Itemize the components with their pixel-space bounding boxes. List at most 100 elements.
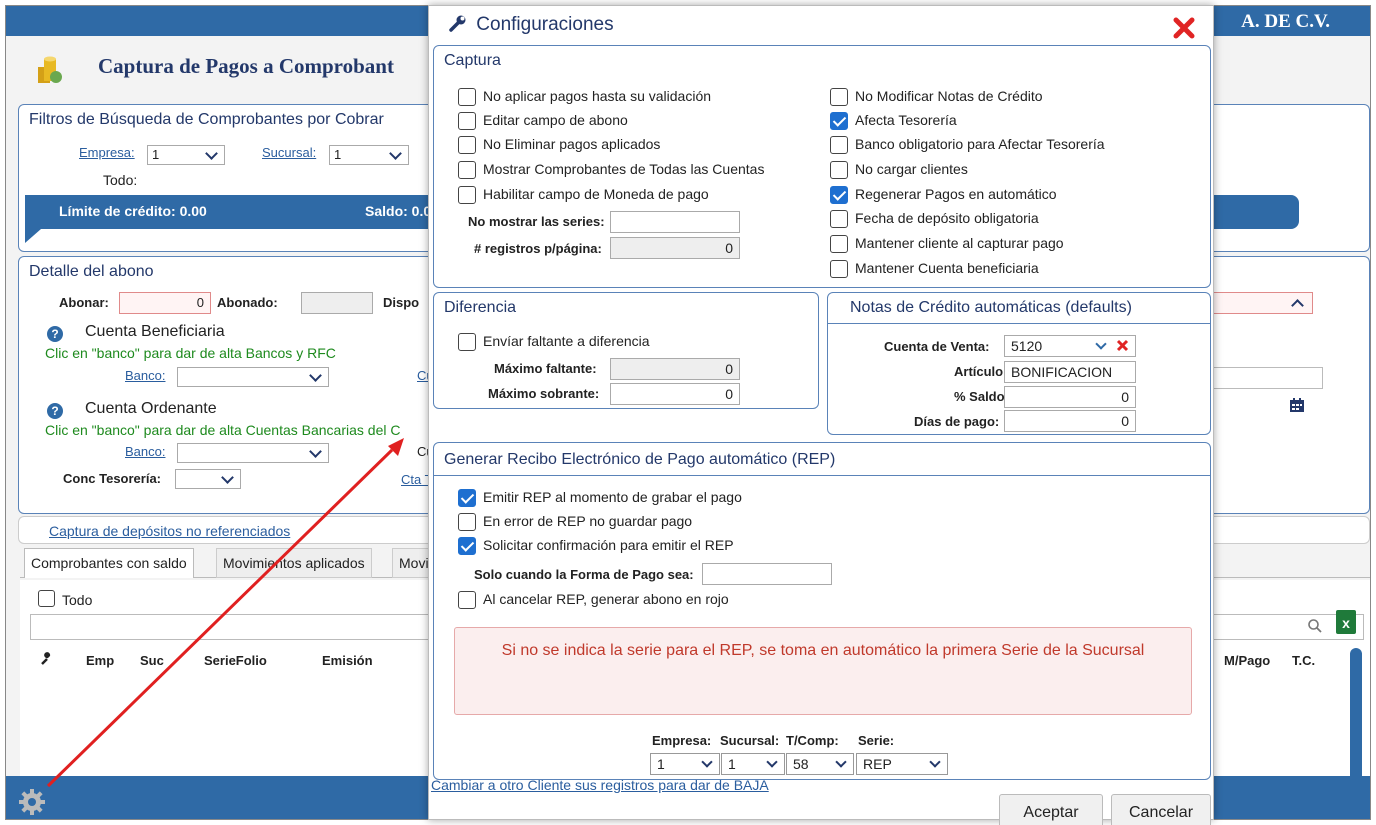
modal-title-row: Configuraciones: [449, 14, 614, 38]
checkbox[interactable]: [830, 210, 848, 229]
checkbox[interactable]: [458, 88, 476, 107]
tab-comprobantes[interactable]: Comprobantes con saldo: [24, 548, 194, 578]
checkbox[interactable]: [458, 161, 476, 180]
col-seriefolio[interactable]: SerieFolio: [204, 653, 267, 668]
col-emision[interactable]: Emisión: [322, 653, 373, 668]
checkbox[interactable]: [830, 235, 848, 254]
captura-depositos-link[interactable]: Captura de depósitos no referenciados: [49, 523, 290, 539]
checkbox[interactable]: [458, 333, 476, 352]
dias-pago-input[interactable]: 0: [1004, 410, 1136, 432]
checkbox[interactable]: [830, 186, 848, 205]
empresa-select[interactable]: 1: [147, 145, 225, 165]
gear-icon[interactable]: [18, 788, 46, 819]
checkbox[interactable]: [458, 489, 476, 508]
chk-label: Solicitar confirmación para emitir el RE…: [483, 537, 734, 553]
sucursal-select[interactable]: 1: [329, 145, 409, 165]
col-tc[interactable]: T.C.: [1292, 653, 1315, 668]
aceptar-button[interactable]: Aceptar: [999, 794, 1103, 825]
banco-select[interactable]: [177, 367, 329, 387]
grid-scrollbar[interactable]: [1350, 648, 1362, 780]
saldo-input[interactable]: 0: [1004, 386, 1136, 408]
dispo-label: Dispo: [383, 295, 420, 310]
col-emp[interactable]: Emp: [86, 653, 114, 668]
baja-link[interactable]: Cambiar a otro Cliente sus registros par…: [431, 777, 769, 793]
limite-credito: Límite de crédito: 0.00: [59, 203, 207, 219]
checkbox[interactable]: [458, 513, 476, 532]
rep-sucursal-label: Sucursal:: [720, 733, 780, 748]
chk-no-cargar-clientes[interactable]: No cargar clientes: [830, 161, 968, 180]
chk-moneda-pago[interactable]: Habilitar campo de Moneda de pago: [458, 186, 709, 205]
registros-input[interactable]: 0: [610, 237, 740, 259]
checkbox[interactable]: [458, 186, 476, 205]
chk-enviar-faltante[interactable]: Envíar faltante a diferencia: [458, 333, 650, 352]
cancelar-button[interactable]: Cancelar: [1111, 794, 1211, 825]
chk-mantener-cliente[interactable]: Mantener cliente al capturar pago: [830, 235, 1064, 254]
wrench-icon[interactable]: [40, 652, 54, 669]
calendar-icon[interactable]: [1289, 397, 1305, 416]
no-mostrar-series-input[interactable]: [610, 211, 740, 233]
tab-movimientos[interactable]: Movimientos aplicados: [216, 548, 372, 578]
hint-ordenante: Clic en "banco" para dar de alta Cuentas…: [45, 422, 401, 438]
chk-no-aplicar[interactable]: No aplicar pagos hasta su validación: [458, 88, 712, 107]
chevron-down-icon: [835, 756, 847, 768]
checkbox[interactable]: [830, 161, 848, 180]
chk-banco-obligatorio[interactable]: Banco obligatorio para Afectar Tesorería: [830, 136, 1105, 155]
search-icon[interactable]: [1307, 618, 1323, 637]
chk-mantener-cuenta[interactable]: Mantener Cuenta beneficiaria: [830, 260, 1039, 279]
rep-tcomp-select[interactable]: 58: [786, 753, 854, 775]
excel-icon[interactable]: x: [1335, 609, 1357, 638]
abonar-input[interactable]: 0: [119, 292, 211, 314]
chk-no-modificar-notas[interactable]: No Modificar Notas de Crédito: [830, 88, 1043, 107]
checkbox[interactable]: [458, 537, 476, 556]
checkbox[interactable]: [458, 591, 476, 610]
chk-error-rep[interactable]: En error de REP no guardar pago: [458, 513, 692, 532]
rep-serie-select[interactable]: REP: [856, 753, 948, 775]
question-icon[interactable]: ?: [47, 326, 63, 342]
chk-no-eliminar[interactable]: No Eliminar pagos aplicados: [458, 136, 660, 155]
banco-link[interactable]: Banco:: [125, 368, 165, 383]
chevron-down-icon[interactable]: [1095, 338, 1107, 350]
rep-empresa-select[interactable]: 1: [650, 753, 720, 775]
cuenta-venta-label: Cuenta de Venta:: [884, 339, 990, 354]
chk-mostrar-todas[interactable]: Mostrar Comprobantes de Todas las Cuenta…: [458, 161, 764, 180]
right-field[interactable]: [1213, 292, 1313, 314]
chk-cancelar-rep[interactable]: Al cancelar REP, generar abono en rojo: [458, 591, 729, 610]
checkbox[interactable]: [830, 260, 848, 279]
chk-afecta-tesoreria[interactable]: Afecta Tesorería: [830, 112, 957, 131]
banco-link-2[interactable]: Banco:: [125, 444, 165, 459]
checkbox[interactable]: [830, 112, 848, 131]
col-suc[interactable]: Suc: [140, 653, 164, 668]
maximo-faltante-input[interactable]: 0: [610, 358, 740, 380]
chk-regenerar-pagos[interactable]: Regenerar Pagos en automático: [830, 186, 1057, 205]
checkbox[interactable]: [830, 136, 848, 155]
chk-fecha-deposito[interactable]: Fecha de depósito obligatoria: [830, 210, 1039, 229]
modal-title: Configuraciones: [476, 14, 614, 35]
articulo-input[interactable]: BONIFICACION: [1004, 361, 1136, 383]
conc-tesoreria-select[interactable]: [175, 469, 241, 489]
right-input[interactable]: [1213, 367, 1323, 389]
col-mpago[interactable]: M/Pago: [1224, 653, 1270, 668]
chevron-down-icon: [205, 147, 218, 160]
sucursal-link[interactable]: Sucursal:: [262, 145, 316, 160]
rep-sucursal-select[interactable]: 1: [721, 753, 785, 775]
empresa-link[interactable]: Empresa:: [79, 145, 135, 160]
checkbox[interactable]: [830, 88, 848, 107]
chk-label: No Modificar Notas de Crédito: [855, 88, 1043, 104]
question-icon[interactable]: ?: [47, 403, 63, 419]
chk-label: No aplicar pagos hasta su validación: [483, 88, 712, 104]
banco-select-2[interactable]: [177, 443, 329, 463]
maximo-sobrante-input[interactable]: 0: [610, 383, 740, 405]
chk-emitir-rep[interactable]: Emitir REP al momento de grabar el pago: [458, 489, 742, 508]
cuenta-venta-select[interactable]: 5120: [1004, 335, 1136, 357]
cuenta-venta-value: 5120: [1011, 338, 1043, 354]
todo-grid-checkbox[interactable]: [38, 590, 55, 608]
chk-solicitar-confirmacion[interactable]: Solicitar confirmación para emitir el RE…: [458, 537, 734, 556]
rep-alert: Si no se indica la serie para el REP, se…: [454, 627, 1192, 715]
close-icon[interactable]: [1173, 17, 1195, 42]
notas-title: Notas de Crédito automáticas (defaults): [850, 299, 1132, 316]
forma-pago-input[interactable]: [702, 563, 832, 585]
chk-editar-abono[interactable]: Editar campo de abono: [458, 112, 628, 131]
checkbox[interactable]: [458, 112, 476, 131]
close-icon[interactable]: [1116, 339, 1129, 355]
checkbox[interactable]: [458, 136, 476, 155]
